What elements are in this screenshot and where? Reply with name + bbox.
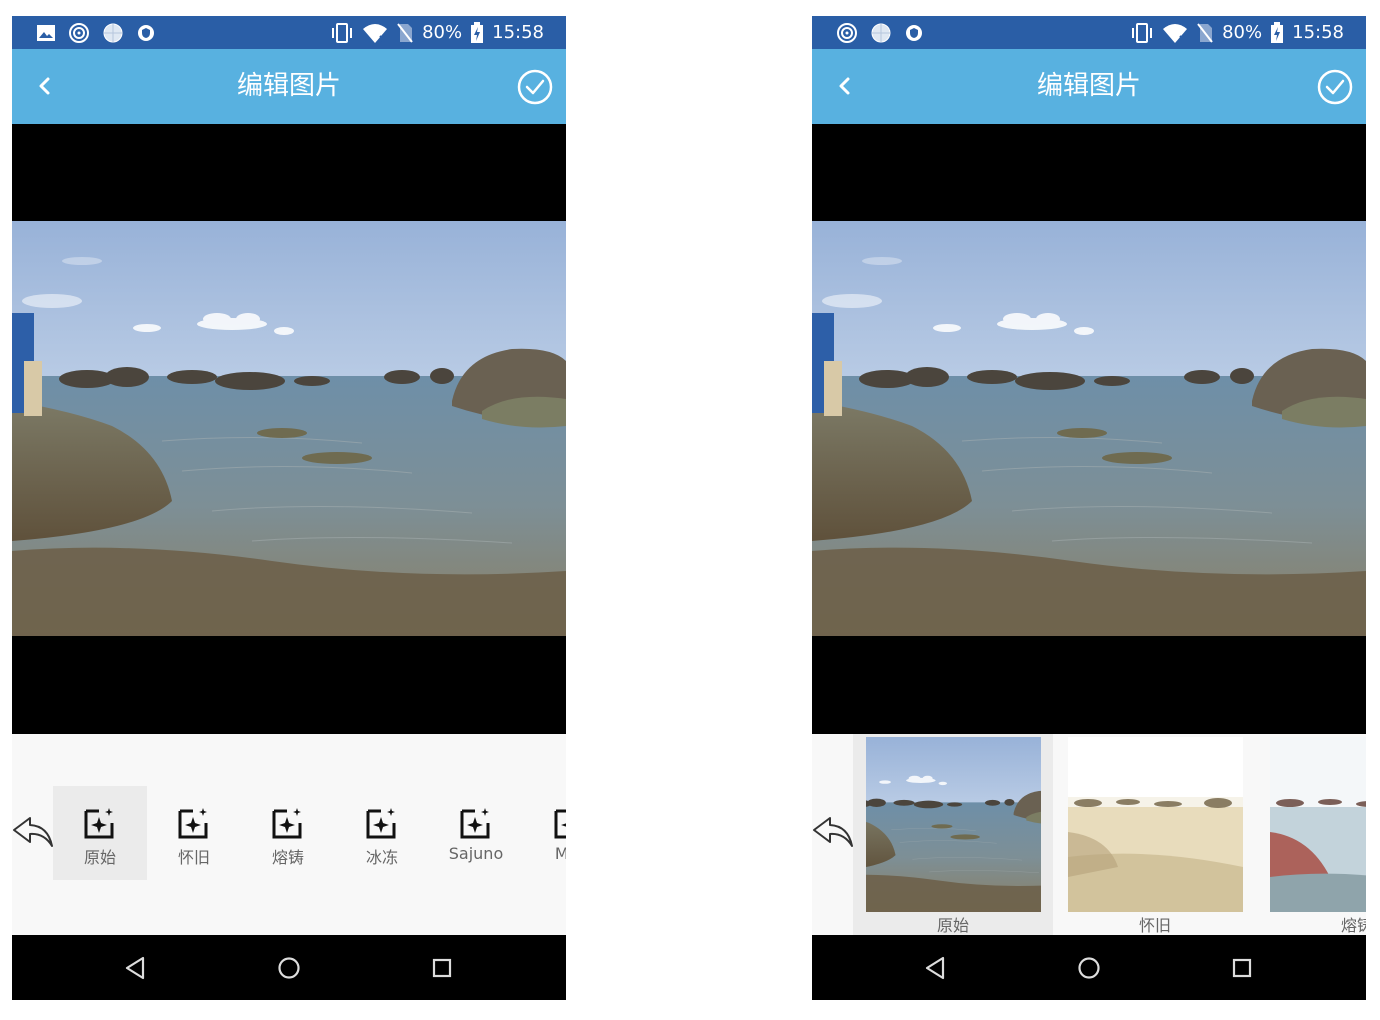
navigation-bar xyxy=(812,935,1366,1000)
status-notification-icons xyxy=(836,22,924,44)
filter-thumb-cast[interactable]: 熔铸 xyxy=(1257,734,1366,935)
filter-label: 怀旧 xyxy=(177,848,210,867)
undo-button[interactable] xyxy=(12,814,54,850)
image-preview xyxy=(12,124,566,734)
square-recents-icon[interactable] xyxy=(427,953,457,983)
status-bar: 80% 15:58 xyxy=(812,16,1366,49)
globe-icon xyxy=(103,23,123,43)
triangle-back-icon[interactable] xyxy=(920,953,950,983)
sparkle-frame-icon xyxy=(554,809,566,839)
battery-percent: 80% xyxy=(1222,22,1263,43)
filter-cast[interactable]: 熔铸 xyxy=(241,786,335,880)
no-sim-icon xyxy=(1197,22,1213,43)
filter-thumbnail xyxy=(866,737,1041,912)
status-time: 15:58 xyxy=(1292,22,1344,43)
filter-panel: 原始 怀旧 熔铸 xyxy=(812,734,1366,935)
back-button[interactable] xyxy=(830,71,860,101)
confirm-button[interactable] xyxy=(1316,68,1354,106)
filter-panel: 原始 怀旧 熔铸 冰冻 Sajuno Mar xyxy=(12,734,566,935)
filter-nostalgia[interactable]: 怀旧 xyxy=(147,786,241,880)
status-bar: 80% 15:58 xyxy=(12,16,566,49)
filter-frozen[interactable]: 冰冻 xyxy=(335,786,429,880)
sparkle-frame-icon xyxy=(272,808,302,839)
filter-thumb-original[interactable]: 原始 xyxy=(853,734,1053,935)
circle-home-icon[interactable] xyxy=(1074,953,1104,983)
sparkle-frame-icon xyxy=(84,808,114,839)
app-bar: 编辑图片 xyxy=(12,49,566,124)
back-button[interactable] xyxy=(30,71,60,101)
phone-screen-icon-filters: 80% 15:58 编辑图片 原始 怀旧 熔铸 冰冻 Sajuno M xyxy=(12,16,566,1000)
battery-charging-icon xyxy=(471,21,484,43)
edited-photo xyxy=(812,221,1366,636)
shield-icon xyxy=(906,25,922,41)
circle-home-icon[interactable] xyxy=(274,953,304,983)
filter-thumbnail xyxy=(1270,737,1366,912)
square-recents-icon[interactable] xyxy=(1227,953,1257,983)
filter-label: Sajuno xyxy=(448,844,504,863)
phone-screen-thumbnail-filters: 80% 15:58 编辑图片 原始 怀旧 熔铸 xyxy=(812,16,1366,1000)
spiral-icon xyxy=(69,23,89,43)
sparkle-frame-icon xyxy=(178,808,208,839)
undo-button[interactable] xyxy=(812,814,854,850)
status-system-icons: 80% 15:58 xyxy=(1130,20,1344,45)
page-title: 编辑图片 xyxy=(1036,71,1141,101)
filter-label: 冰冻 xyxy=(365,848,398,867)
wifi-icon xyxy=(1163,23,1188,43)
app-bar: 编辑图片 xyxy=(812,49,1366,124)
filter-label: 熔铸 xyxy=(271,848,304,867)
shield-icon xyxy=(138,25,154,41)
no-sim-icon xyxy=(397,22,413,43)
triangle-back-icon[interactable] xyxy=(120,953,150,983)
filter-label: 原始 xyxy=(83,848,116,867)
filter-thumbnail xyxy=(1068,737,1243,912)
filter-label: 熔铸 xyxy=(1340,916,1366,935)
confirm-button[interactable] xyxy=(516,68,554,106)
filter-mar[interactable]: Mar xyxy=(523,786,566,880)
filter-label: 怀旧 xyxy=(1138,916,1171,935)
battery-charging-icon xyxy=(1271,21,1284,43)
filter-thumb-nostalgia[interactable]: 怀旧 xyxy=(1055,734,1255,935)
filter-original[interactable]: 原始 xyxy=(53,786,147,880)
vibrate-icon xyxy=(332,22,353,43)
page-title: 编辑图片 xyxy=(236,71,341,101)
battery-percent: 80% xyxy=(422,22,463,43)
wifi-icon xyxy=(363,23,388,43)
filter-sajuno[interactable]: Sajuno xyxy=(429,786,523,880)
edited-photo xyxy=(12,221,566,636)
filter-label: 原始 xyxy=(936,916,969,935)
vibrate-icon xyxy=(1132,22,1153,43)
image-icon xyxy=(37,25,55,41)
filter-label: Mar xyxy=(554,844,566,863)
spiral-icon xyxy=(837,23,857,43)
globe-icon xyxy=(871,23,891,43)
navigation-bar xyxy=(12,935,566,1000)
image-preview xyxy=(812,124,1366,734)
status-system-icons: 80% 15:58 xyxy=(330,20,544,45)
status-time: 15:58 xyxy=(492,22,544,43)
sparkle-frame-icon xyxy=(460,808,490,839)
sparkle-frame-icon xyxy=(366,808,396,839)
status-notification-icons xyxy=(36,22,156,44)
